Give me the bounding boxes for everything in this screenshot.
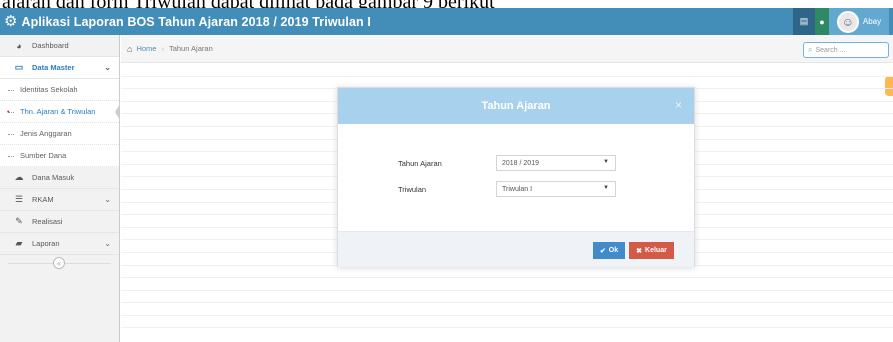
triwulan-label: Triwulan <box>398 185 427 194</box>
select-value: Triwulan I <box>502 185 533 193</box>
modal-header: Tahun Ajaran × <box>338 88 694 124</box>
list-icon: ☰ <box>14 194 24 204</box>
chevron-down-icon: ⌄ <box>104 195 111 204</box>
top-navbar: ⚙ Aplikasi Laporan BOS Tahun Ajaran 2018… <box>0 8 893 35</box>
submenu-item-label: Identitas Sekolah <box>20 85 78 94</box>
submenu-item-jenis-anggaran[interactable]: Jenis Anggaran <box>0 123 119 145</box>
modal-footer: ✔ Ok ✖ Keluar <box>338 231 694 267</box>
app-title: Aplikasi Laporan BOS Tahun Ajaran 2018 /… <box>21 14 371 29</box>
sidebar-item-realisasi[interactable]: ✎ Realisasi <box>0 211 119 233</box>
submenu-item-identitas-sekolah[interactable]: Identitas Sekolah <box>0 79 119 101</box>
sidebar-item-label: Data Master <box>32 63 75 72</box>
sidebar-item-dana-masuk[interactable]: ☁ Dana Masuk <box>0 167 119 189</box>
tasks-icon: ▤ <box>799 16 809 26</box>
sidebar-item-label: Realisasi <box>32 217 63 226</box>
cog-icon: ⚙ <box>4 13 18 30</box>
desktop-icon: ▭ <box>14 62 24 72</box>
active-dot-icon: • <box>7 109 10 116</box>
modal-overlay: Tahun Ajaran × Tahun Ajaran 2018 / 2019 … <box>121 35 893 342</box>
tahun-ajaran-label: Tahun Ajaran <box>398 159 442 168</box>
sidebar-item-dashboard[interactable]: ◕ Dashboard <box>0 35 119 57</box>
user-menu[interactable]: ☺ Abay <box>829 8 889 35</box>
sidebar-item-label: Laporan <box>32 239 60 248</box>
tahun-ajaran-select[interactable]: 2018 / 2019 ▼ <box>496 155 616 171</box>
sidebar-item-label: Dashboard <box>32 41 69 50</box>
keluar-button[interactable]: ✖ Keluar <box>629 242 674 259</box>
triwulan-select[interactable]: Triwulan I ▼ <box>496 181 616 197</box>
modal-body: Tahun Ajaran 2018 / 2019 ▼ Triwulan Triw… <box>338 124 694 230</box>
tasks-button[interactable]: ▤ <box>793 8 815 35</box>
sidebar-item-data-master[interactable]: ▭ Data Master ⌄ <box>0 57 119 79</box>
sidebar-collapse-bar: « <box>0 255 119 271</box>
ok-button-label: Ok <box>608 247 619 254</box>
keluar-button-label: Keluar <box>645 247 667 254</box>
chevron-down-icon: ⌄ <box>104 63 111 72</box>
close-icon[interactable]: × <box>675 98 682 112</box>
sidebar-item-label: Dana Masuk <box>32 173 75 182</box>
dashboard-icon: ◕ <box>16 40 22 51</box>
double-left-icon: « <box>56 258 62 268</box>
submenu-item-label: Thn. Ajaran & Triwulan <box>20 107 96 116</box>
document-caption-text: ajaran dan form Triwulan dapat dilihat p… <box>0 0 893 8</box>
book-icon: ▰ <box>15 238 23 248</box>
select-value: 2018 / 2019 <box>502 159 539 167</box>
caret-down-icon: ▼ <box>603 185 609 191</box>
times-icon: ✖ <box>636 247 643 255</box>
modal-title: Tahun Ajaran <box>481 100 551 112</box>
ok-button[interactable]: ✔ Ok <box>593 242 625 259</box>
submenu-item-label: Sumber Dana <box>20 151 67 160</box>
avatar: ☺ <box>836 10 859 33</box>
sidebar: ◕ Dashboard ▭ Data Master ⌄ Identitas Se… <box>0 35 120 342</box>
tahun-ajaran-modal: Tahun Ajaran × Tahun Ajaran 2018 / 2019 … <box>337 87 695 267</box>
navbar-right: ▤ ● ☺ Abay <box>793 8 889 35</box>
brand[interactable]: ⚙ Aplikasi Laporan BOS Tahun Ajaran 2018… <box>0 14 371 29</box>
check-icon: ✔ <box>599 247 606 255</box>
sidebar-item-label: RKAM <box>32 195 54 204</box>
sidebar-item-rkam[interactable]: ☰ RKAM ⌄ <box>0 189 119 211</box>
bell-icon: ● <box>819 16 825 27</box>
edit-icon: ✎ <box>15 216 23 226</box>
submenu-item-sumber-dana[interactable]: Sumber Dana <box>0 145 119 167</box>
submenu-item-thn-ajaran-triwulan[interactable]: • Thn. Ajaran & Triwulan <box>0 101 120 123</box>
submenu-item-label: Jenis Anggaran <box>20 129 72 138</box>
notification-button[interactable]: ● <box>815 8 829 35</box>
sidebar-item-laporan[interactable]: ▰ Laporan ⌄ <box>0 233 119 255</box>
money-icon: ☁ <box>14 172 24 182</box>
user-name: Abay <box>862 17 882 26</box>
chevron-down-icon: ⌄ <box>104 239 111 248</box>
caret-down-icon: ▼ <box>603 159 609 165</box>
sidebar-collapse-button[interactable]: « <box>53 257 65 269</box>
